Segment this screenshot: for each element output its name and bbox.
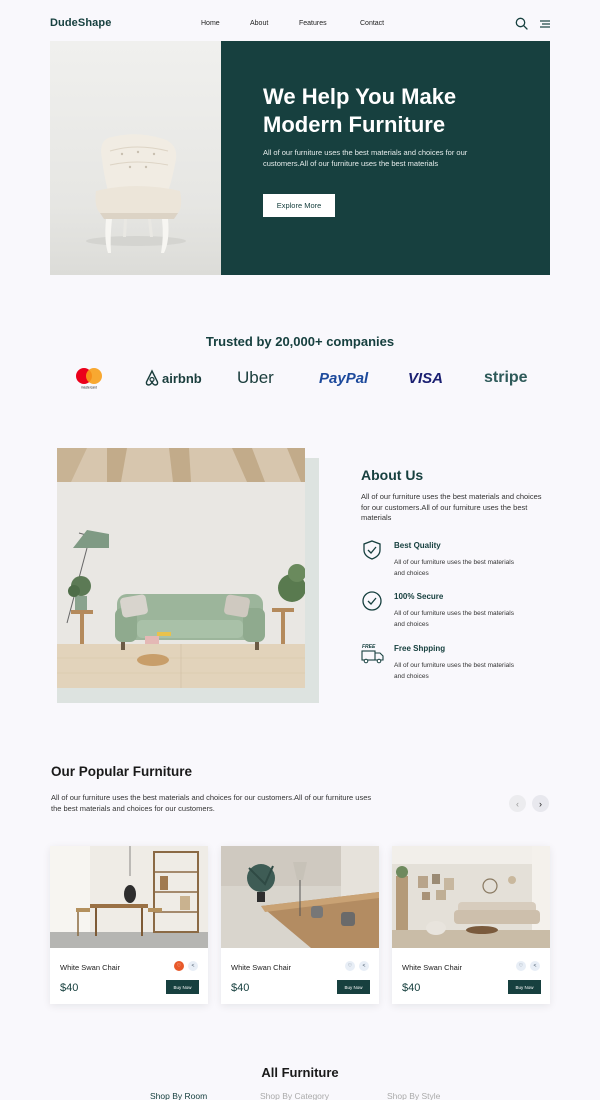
product-image-lounge bbox=[392, 846, 550, 948]
stripe-logo: stripe bbox=[484, 366, 528, 390]
feature-title-shipping: Free Shpping bbox=[394, 644, 446, 653]
tab-shop-by-category[interactable]: Shop By Category bbox=[260, 1091, 329, 1100]
product-image-meeting bbox=[221, 846, 379, 948]
buy-now-button[interactable]: Buy Now bbox=[508, 980, 541, 994]
share-button[interactable]: < bbox=[359, 961, 369, 971]
chevron-right-icon: › bbox=[539, 798, 542, 809]
feature-desc-secure: All of our furniture uses the best mater… bbox=[394, 610, 514, 628]
carousel-prev-button[interactable]: ‹ bbox=[509, 795, 526, 812]
product-card[interactable]: White Swan Chair ♡ < $40 Buy Now bbox=[392, 846, 550, 1004]
product-name: White Swan Chair bbox=[402, 963, 463, 972]
product-price: $40 bbox=[60, 982, 79, 994]
tab-shop-by-room[interactable]: Shop By Room bbox=[150, 1091, 207, 1100]
nav-link-home[interactable]: Home bbox=[201, 20, 220, 27]
product-price: $40 bbox=[231, 982, 250, 994]
hero-description: All of our furniture uses the best mater… bbox=[263, 148, 468, 168]
about-description: All of our furniture uses the best mater… bbox=[361, 492, 542, 522]
hero-panel: We Help You Make Modern Furniture All of… bbox=[221, 41, 550, 275]
visa-label: VISA bbox=[408, 369, 444, 387]
heart-icon: ♡ bbox=[347, 963, 353, 969]
heart-icon: ♡ bbox=[176, 963, 182, 969]
search-icon[interactable] bbox=[515, 17, 528, 30]
buy-now-button[interactable]: Buy Now bbox=[166, 980, 199, 994]
carousel-next-button[interactable]: › bbox=[532, 795, 549, 812]
wishlist-button[interactable]: ♡ bbox=[345, 961, 355, 971]
share-icon: < bbox=[362, 963, 366, 969]
nav-link-features[interactable]: Features bbox=[299, 20, 327, 27]
paypal-label: PayPal bbox=[319, 369, 369, 387]
buy-now-button[interactable]: Buy Now bbox=[337, 980, 370, 994]
airbnb-label: airbnb bbox=[162, 370, 202, 386]
feature-title-quality: Best Quality bbox=[394, 541, 441, 550]
mastercard-label: mastercard bbox=[81, 386, 97, 390]
wishlist-button[interactable]: ♡ bbox=[174, 961, 184, 971]
hero-section: We Help You Make Modern Furniture All of… bbox=[50, 41, 550, 275]
share-icon: < bbox=[191, 963, 195, 969]
popular-description: All of our furniture uses the best mater… bbox=[51, 793, 372, 813]
menu-icon[interactable] bbox=[539, 19, 551, 29]
product-name: White Swan Chair bbox=[60, 963, 121, 972]
check-circle-icon bbox=[362, 591, 382, 611]
explore-more-button[interactable]: Explore More bbox=[263, 194, 335, 217]
feature-title-secure: 100% Secure bbox=[394, 592, 444, 601]
share-button[interactable]: < bbox=[530, 961, 540, 971]
hero-chair-image bbox=[50, 41, 221, 275]
feature-desc-shipping: All of our furniture uses the best mater… bbox=[394, 662, 514, 680]
chevron-left-icon: ‹ bbox=[516, 798, 519, 809]
shield-check-icon bbox=[363, 540, 381, 560]
free-badge-label: FREE bbox=[362, 644, 376, 650]
share-button[interactable]: < bbox=[188, 961, 198, 971]
share-icon: < bbox=[533, 963, 537, 969]
wishlist-button[interactable]: ♡ bbox=[516, 961, 526, 971]
paypal-logo: PayPal bbox=[319, 366, 368, 390]
stripe-label: stripe bbox=[484, 369, 528, 386]
uber-label: Uber bbox=[237, 368, 274, 387]
product-name: White Swan Chair bbox=[231, 963, 292, 972]
uber-logo: Uber bbox=[237, 366, 274, 390]
all-furniture-title: All Furniture bbox=[261, 1065, 339, 1080]
about-living-room-image bbox=[57, 448, 305, 688]
airbnb-logo: airbnb bbox=[144, 366, 202, 390]
feature-desc-quality: All of our furniture uses the best mater… bbox=[394, 559, 514, 577]
popular-title: Our Popular Furniture bbox=[51, 764, 193, 779]
logo[interactable]: DudeShape bbox=[50, 17, 111, 29]
trusted-title: Trusted by 20,000+ companies bbox=[205, 334, 395, 349]
heart-icon: ♡ bbox=[518, 963, 524, 969]
about-title: About Us bbox=[361, 467, 424, 483]
nav-link-contact[interactable]: Contact bbox=[360, 20, 384, 27]
tab-shop-by-style[interactable]: Shop By Style bbox=[387, 1091, 440, 1100]
hero-title: We Help You Make Modern Furniture bbox=[263, 84, 457, 137]
product-card[interactable]: White Swan Chair ♡ < $40 Buy Now bbox=[221, 846, 379, 1004]
visa-logo: VISA bbox=[408, 366, 443, 390]
mastercard-logo: mastercard bbox=[73, 366, 105, 390]
product-card[interactable]: White Swan Chair ♡ < $40 Buy Now bbox=[50, 846, 208, 1004]
free-truck-icon: FREE bbox=[361, 644, 384, 664]
product-price: $40 bbox=[402, 982, 421, 994]
product-image-dining bbox=[50, 846, 208, 948]
nav-link-about[interactable]: About bbox=[250, 20, 268, 27]
